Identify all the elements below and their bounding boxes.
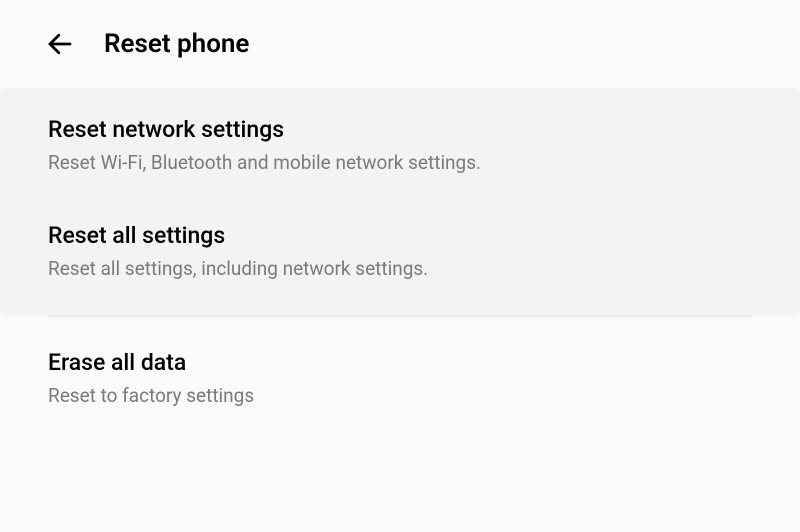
setting-subtitle: Reset to factory settings (48, 384, 752, 407)
header: Reset phone (0, 0, 800, 88)
setting-subtitle: Reset all settings, including network se… (48, 257, 752, 280)
reset-network-settings-item[interactable]: Reset network settings Reset Wi-Fi, Blue… (0, 88, 800, 198)
reset-settings-group: Reset network settings Reset Wi-Fi, Blue… (0, 88, 800, 316)
setting-title: Reset network settings (48, 116, 752, 143)
erase-all-data-item[interactable]: Erase all data Reset to factory settings (0, 317, 800, 431)
setting-title: Erase all data (48, 349, 752, 376)
setting-title: Reset all settings (48, 222, 752, 249)
setting-subtitle: Reset Wi-Fi, Bluetooth and mobile networ… (48, 151, 752, 174)
erase-data-group: Erase all data Reset to factory settings (0, 317, 800, 431)
reset-all-settings-item[interactable]: Reset all settings Reset all settings, i… (0, 198, 800, 316)
back-arrow-icon[interactable] (44, 28, 76, 60)
page-title: Reset phone (104, 29, 249, 59)
